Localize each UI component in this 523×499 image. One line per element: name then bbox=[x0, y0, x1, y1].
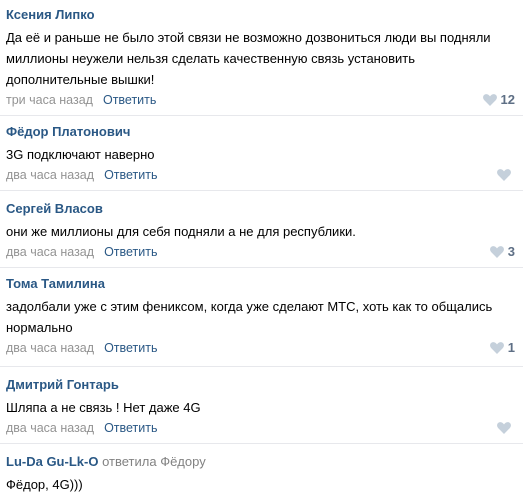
reply-button[interactable]: Ответить bbox=[104, 421, 157, 435]
reply-button[interactable]: Ответить bbox=[104, 341, 157, 355]
comment-item: Дмитрий Гонтарь Шляпа а не связь ! Нет д… bbox=[0, 377, 523, 437]
reply-to: ответила Фёдору bbox=[102, 454, 206, 469]
heart-icon bbox=[482, 94, 497, 106]
comment-text: они же миллионы для себя подняли а не дл… bbox=[6, 224, 356, 239]
heart-icon bbox=[489, 342, 504, 354]
comment-author[interactable]: Сергей Власов bbox=[6, 201, 515, 217]
comment-meta: два часа назад Ответить 1 bbox=[6, 339, 515, 357]
divider bbox=[0, 115, 523, 116]
like-button[interactable]: 3 bbox=[489, 243, 515, 261]
like-button[interactable] bbox=[497, 166, 515, 184]
comment-author[interactable]: Фёдор Платонович bbox=[6, 124, 515, 140]
comment-author[interactable]: Дмитрий Гонтарь bbox=[6, 377, 515, 393]
comment-meta: два часа назад Ответить bbox=[6, 419, 515, 437]
comment-text: Да её и раньше не было этой связи не воз… bbox=[6, 30, 495, 87]
reply-to-name[interactable]: Фёдору bbox=[160, 454, 206, 469]
like-button[interactable]: 1 bbox=[489, 339, 515, 357]
comment-text: задолбали уже с этим фениксом, когда уже… bbox=[6, 299, 496, 335]
divider bbox=[0, 190, 523, 191]
reply-button[interactable]: Ответить bbox=[103, 93, 156, 107]
comment-text: 3G подключают наверно bbox=[6, 147, 155, 162]
divider bbox=[0, 267, 523, 268]
divider bbox=[0, 366, 523, 367]
heart-icon bbox=[489, 246, 504, 258]
like-count: 3 bbox=[507, 244, 515, 259]
like-button[interactable]: 12 bbox=[482, 91, 515, 109]
comment-meta: два часа назад Ответить 3 bbox=[6, 243, 515, 261]
like-count: 12 bbox=[500, 92, 515, 107]
comments-list: Ксения Липко Да её и раньше не было этой… bbox=[0, 0, 523, 499]
like-count: 1 bbox=[507, 340, 515, 355]
comment-author[interactable]: Lu-Da Gu-Lk-O bbox=[6, 454, 98, 469]
heart-icon bbox=[497, 169, 511, 181]
comment-author[interactable]: Тома Тамилина bbox=[6, 276, 515, 292]
comment-author-line: Lu-Da Gu-Lk-O ответила Фёдору bbox=[6, 454, 515, 470]
comment-item: Фёдор Платонович 3G подключают наверно д… bbox=[0, 124, 523, 184]
comment-item: Ксения Липко Да её и раньше не было этой… bbox=[0, 7, 523, 109]
divider bbox=[0, 443, 523, 444]
reply-button[interactable]: Ответить bbox=[104, 168, 157, 182]
heart-icon bbox=[497, 422, 511, 434]
comment-date[interactable]: два часа назад bbox=[6, 341, 94, 355]
comment-item: Сергей Власов они же миллионы для себя п… bbox=[0, 201, 523, 261]
comment-meta: два часа назад Ответить bbox=[6, 166, 515, 184]
comment-item: Lu-Da Gu-Lk-O ответила Фёдору Фёдор, 4G)… bbox=[0, 454, 523, 495]
comment-text: Шляпа а не связь ! Нет даже 4G bbox=[6, 400, 201, 415]
reply-verb: ответила bbox=[102, 454, 157, 469]
comment-date[interactable]: три часа назад bbox=[6, 93, 93, 107]
reply-button[interactable]: Ответить bbox=[104, 245, 157, 259]
comment-date[interactable]: два часа назад bbox=[6, 245, 94, 259]
comment-date[interactable]: два часа назад bbox=[6, 168, 94, 182]
comment-text: Фёдор, 4G))) bbox=[6, 477, 83, 492]
comment-author[interactable]: Ксения Липко bbox=[6, 7, 515, 23]
comment-item: Тома Тамилина задолбали уже с этим феник… bbox=[0, 276, 523, 357]
comment-date[interactable]: два часа назад bbox=[6, 421, 94, 435]
like-button[interactable] bbox=[497, 419, 515, 437]
comment-meta: три часа назад Ответить 12 bbox=[6, 91, 515, 109]
